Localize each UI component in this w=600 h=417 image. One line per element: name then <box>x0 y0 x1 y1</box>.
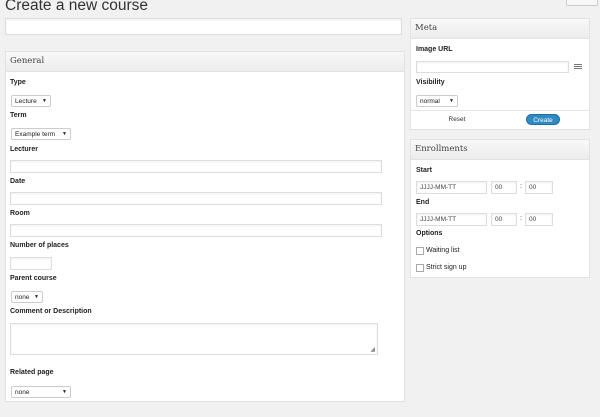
parent-course-value: none <box>15 294 30 301</box>
resize-grip-icon[interactable]: ◢ <box>370 347 375 353</box>
start-minute-input[interactable]: 00 <box>525 181 553 194</box>
reset-button[interactable]: Reset <box>441 114 473 125</box>
start-hour-input[interactable]: 00 <box>491 181 517 194</box>
waiting-list-checkbox[interactable] <box>416 247 424 255</box>
date-input[interactable] <box>10 192 382 205</box>
start-label: Start <box>416 167 432 174</box>
end-label: End <box>416 199 430 206</box>
end-minute-value: 00 <box>529 216 537 223</box>
related-page-label: Related page <box>10 369 54 376</box>
end-hour-value: 00 <box>495 216 503 223</box>
general-panel-heading: General <box>6 52 404 72</box>
chevron-down-icon: ▼ <box>62 389 67 395</box>
create-button[interactable]: Create <box>526 114 560 125</box>
start-date-value: JJJJ-MM-TT <box>420 184 457 191</box>
meta-panel-heading: Meta <box>411 19 589 39</box>
comment-label: Comment or Description <box>10 308 92 315</box>
general-panel: General Type Lecture ▼ Term Example term… <box>5 51 405 402</box>
room-input[interactable] <box>10 224 382 237</box>
chevron-down-icon: ▼ <box>34 294 39 300</box>
meta-panel: Meta Image URL Visibility normal ▼ Reset… <box>410 18 590 130</box>
term-select-value: Example term <box>15 131 56 138</box>
visibility-label: Visibility <box>416 79 445 86</box>
course-title-input[interactable] <box>5 18 402 35</box>
page-title: Create a new course <box>5 0 149 14</box>
comment-textarea[interactable]: ◢ <box>10 323 378 355</box>
type-select-value: Lecture <box>15 98 37 105</box>
parent-course-select[interactable]: none ▼ <box>11 291 43 303</box>
places-input[interactable] <box>10 257 52 270</box>
strict-signup-label: Strict sign up <box>426 264 467 271</box>
image-url-input[interactable] <box>416 61 569 73</box>
parent-course-label: Parent course <box>10 275 57 282</box>
end-date-value: JJJJ-MM-TT <box>420 216 457 223</box>
related-page-select[interactable]: none ▼ <box>11 386 71 398</box>
image-url-label: Image URL <box>416 46 453 53</box>
term-label: Term <box>10 112 27 119</box>
time-separator: : <box>520 215 522 222</box>
chevron-down-icon: ▼ <box>62 131 67 137</box>
related-page-value: none <box>15 389 30 396</box>
meta-divider <box>411 110 589 111</box>
enrollments-panel-heading: Enrollments <box>411 140 589 160</box>
visibility-select[interactable]: normal ▼ <box>416 95 458 107</box>
type-select[interactable]: Lecture ▼ <box>11 95 51 107</box>
strict-signup-checkbox[interactable] <box>416 264 424 272</box>
time-separator: : <box>520 183 522 190</box>
waiting-list-label: Waiting list <box>426 247 460 254</box>
start-date-input[interactable]: JJJJ-MM-TT <box>416 181 487 194</box>
end-hour-input[interactable]: 00 <box>491 213 517 226</box>
start-minute-value: 00 <box>529 184 537 191</box>
screen-options-tab[interactable]: ··· <box>566 0 598 6</box>
room-label: Room <box>10 210 30 217</box>
dots-icon: ··· <box>580 0 587 2</box>
chevron-down-icon: ▼ <box>42 98 47 104</box>
lecturer-input[interactable] <box>10 160 382 173</box>
end-date-input[interactable]: JJJJ-MM-TT <box>416 213 487 226</box>
media-library-icon[interactable] <box>574 64 582 71</box>
type-label: Type <box>10 79 26 86</box>
start-hour-value: 00 <box>495 184 503 191</box>
end-minute-input[interactable]: 00 <box>525 213 553 226</box>
date-label: Date <box>10 178 26 185</box>
lecturer-label: Lecturer <box>10 146 39 153</box>
places-label: Number of places <box>10 242 69 249</box>
options-label: Options <box>416 230 443 237</box>
enrollments-panel: Enrollments Start JJJJ-MM-TT 00 : 00 End… <box>410 139 590 278</box>
term-select[interactable]: Example term ▼ <box>11 128 71 140</box>
visibility-value: normal <box>420 98 440 105</box>
chevron-down-icon: ▼ <box>449 98 454 104</box>
